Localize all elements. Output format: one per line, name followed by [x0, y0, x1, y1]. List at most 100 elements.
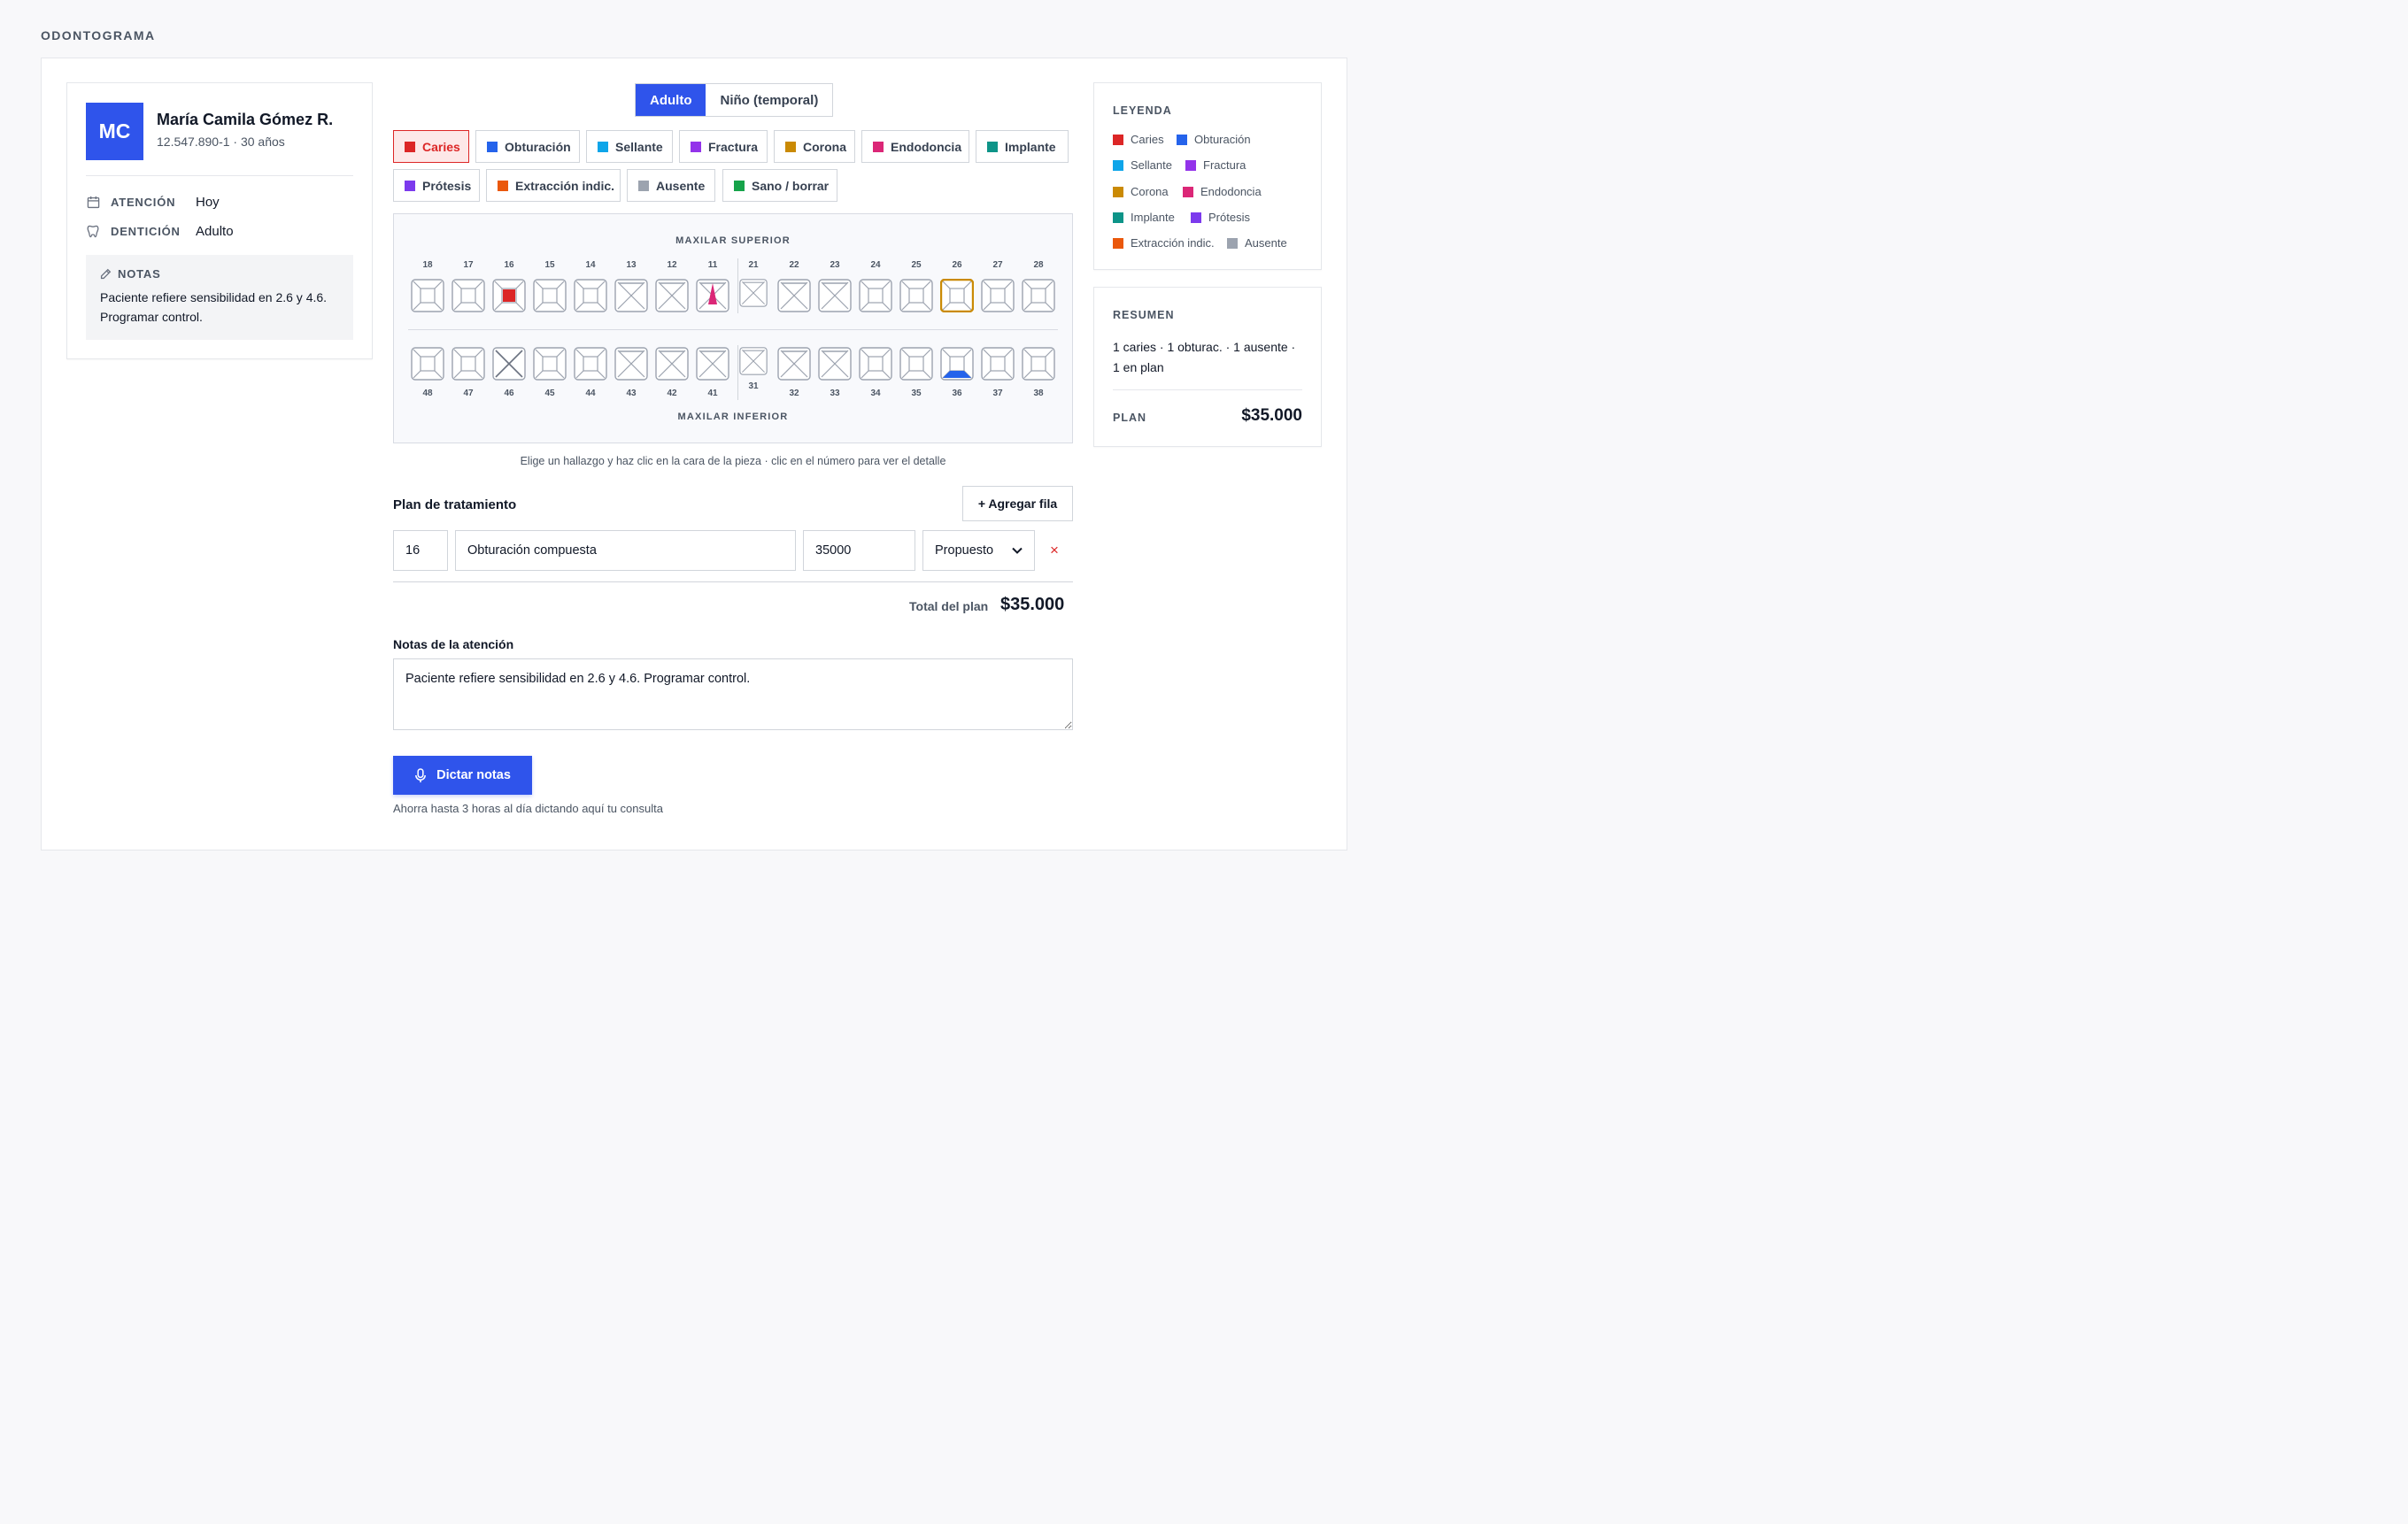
tooth-number[interactable]: 17	[452, 260, 485, 270]
tooth-number[interactable]: 43	[614, 389, 648, 398]
tooth-21[interactable]	[739, 279, 773, 312]
color-swatch	[1113, 237, 1123, 249]
tooth-37[interactable]	[981, 347, 1015, 381]
tooth-27[interactable]	[981, 279, 1015, 312]
plan-price-input[interactable]	[803, 530, 915, 571]
tooth-48[interactable]	[411, 347, 444, 381]
color-swatch	[1177, 134, 1187, 145]
tooth-number[interactable]: 15	[533, 260, 567, 270]
tooth-number[interactable]: 31	[737, 381, 770, 391]
tooth-36[interactable]	[940, 347, 974, 381]
avatar: MC	[86, 103, 143, 160]
tool-endodoncia[interactable]: Endodoncia	[861, 130, 969, 163]
tooth-number[interactable]: 21	[737, 260, 770, 270]
tooth-number[interactable]: 36	[940, 389, 974, 398]
tool-implante[interactable]: Implante	[976, 130, 1069, 163]
tooth-25[interactable]	[899, 279, 933, 312]
dentition-label: DENTICIÓN	[111, 224, 181, 238]
tooth-number[interactable]: 34	[859, 389, 892, 398]
tooth-number[interactable]: 33	[818, 389, 852, 398]
remove-row-button[interactable]: ×	[1050, 542, 1059, 559]
tab-child[interactable]: Niño (temporal)	[706, 84, 833, 116]
tooth-number[interactable]: 25	[899, 260, 933, 270]
add-row-button[interactable]: + Agregar fila	[962, 486, 1073, 521]
tool-corona[interactable]: Corona	[774, 130, 855, 163]
tooth-number[interactable]: 13	[614, 260, 648, 270]
tooth-11[interactable]	[696, 279, 729, 312]
tooth-number[interactable]: 37	[981, 389, 1015, 398]
tooth-13[interactable]	[614, 279, 648, 312]
tooth-12[interactable]	[655, 279, 689, 312]
tool-ausente[interactable]: Ausente	[627, 169, 715, 202]
tooth-number[interactable]: 26	[940, 260, 974, 270]
tool-protesis[interactable]: Prótesis	[393, 169, 480, 202]
tooth-number[interactable]: 48	[411, 389, 444, 398]
legend-label: Implante	[1131, 211, 1175, 224]
tooth-number[interactable]: 23	[818, 260, 852, 270]
tool-sano[interactable]: Sano / borrar	[722, 169, 837, 202]
tooth-18[interactable]	[411, 279, 444, 312]
plan-status-select[interactable]: Propuesto	[922, 530, 1035, 571]
tooth-32[interactable]	[777, 347, 811, 381]
tooth-number[interactable]: 38	[1022, 389, 1055, 398]
tooth-number[interactable]: 32	[777, 389, 811, 398]
tooth-35[interactable]	[899, 347, 933, 381]
color-swatch	[691, 141, 701, 152]
tooth-number[interactable]: 46	[492, 389, 526, 398]
tooth-number[interactable]: 42	[655, 389, 689, 398]
tooth-15[interactable]	[533, 279, 567, 312]
tooth-26[interactable]	[940, 279, 974, 312]
tooth-number[interactable]: 41	[696, 389, 729, 398]
tool-caries[interactable]: Caries	[393, 130, 469, 163]
tool-obturacion[interactable]: Obturación	[475, 130, 580, 163]
total-value: $35.000	[1000, 595, 1065, 614]
pencil-icon	[100, 268, 112, 280]
tooth-24[interactable]	[859, 279, 892, 312]
tooth-38[interactable]	[1022, 347, 1055, 381]
tooth-46[interactable]	[492, 347, 526, 381]
tooth-number[interactable]: 47	[452, 389, 485, 398]
patient-name: María Camila Gómez R.	[157, 111, 334, 128]
tooth-number[interactable]: 27	[981, 260, 1015, 270]
visit-notes-textarea[interactable]: Paciente refiere sensibilidad en 2.6 y 4…	[393, 658, 1073, 730]
tooth-number[interactable]: 45	[533, 389, 567, 398]
tooth-16[interactable]	[492, 279, 526, 312]
tool-fractura[interactable]: Fractura	[679, 130, 768, 163]
tooth-number[interactable]: 35	[899, 389, 933, 398]
tooth-number[interactable]: 18	[411, 260, 444, 270]
dictate-notes-button[interactable]: Dictar notas	[393, 756, 532, 795]
tool-extraccion[interactable]: Extracción indic.	[486, 169, 621, 202]
tooth-number[interactable]: 44	[574, 389, 607, 398]
tooth-number[interactable]: 28	[1022, 260, 1055, 270]
tooth-42[interactable]	[655, 347, 689, 381]
plan-divider	[393, 581, 1073, 582]
plan-tooth-input[interactable]	[393, 530, 448, 571]
tooth-17[interactable]	[452, 279, 485, 312]
tooth-28[interactable]	[1022, 279, 1055, 312]
tooth-number[interactable]: 14	[574, 260, 607, 270]
tooth-number[interactable]: 16	[492, 260, 526, 270]
dentition-value: Adulto	[196, 223, 234, 239]
tooth-45[interactable]	[533, 347, 567, 381]
plan-status-value: Propuesto	[935, 543, 994, 558]
tooth-14[interactable]	[574, 279, 607, 312]
tooth-22[interactable]	[777, 279, 811, 312]
tooth-44[interactable]	[574, 347, 607, 381]
tooth-number[interactable]: 24	[859, 260, 892, 270]
tooth-number[interactable]: 22	[777, 260, 811, 270]
tool-sellante[interactable]: Sellante	[586, 130, 673, 163]
tooth-47[interactable]	[452, 347, 485, 381]
color-swatch	[1113, 186, 1123, 197]
tool-label: Sellante	[615, 139, 663, 154]
tooth-23[interactable]	[818, 279, 852, 312]
tooth-number[interactable]: 11	[696, 260, 729, 270]
tooth-43[interactable]	[614, 347, 648, 381]
plan-procedure-input[interactable]	[455, 530, 796, 571]
tooth-34[interactable]	[859, 347, 892, 381]
tooth-41[interactable]	[696, 347, 729, 381]
tooth-33[interactable]	[818, 347, 852, 381]
tooth-number[interactable]: 12	[655, 260, 689, 270]
tab-adult[interactable]: Adulto	[636, 84, 706, 116]
tooth-31[interactable]	[739, 347, 773, 381]
tool-label: Endodoncia	[891, 139, 962, 154]
